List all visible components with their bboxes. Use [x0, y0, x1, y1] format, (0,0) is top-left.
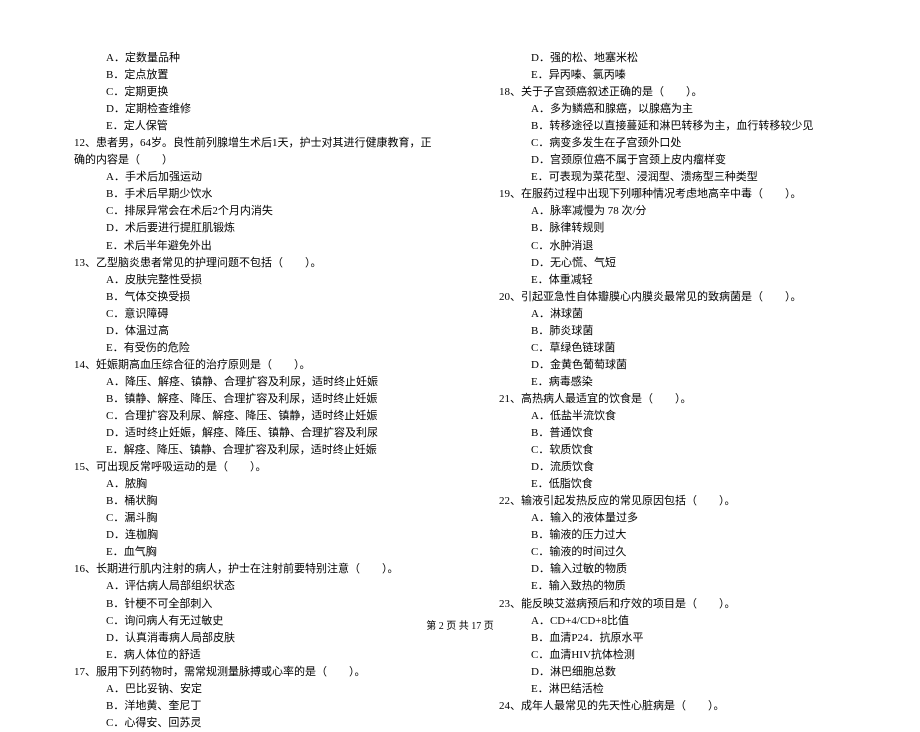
- option: A．降压、解痉、镇静、合理扩容及利尿，适时终止妊娠: [60, 374, 435, 391]
- question-23-stem: 23、能反映艾滋病预后和疗效的项目是（ ）。: [485, 596, 860, 613]
- question-17-stem: 17、服用下列药物时，需常规测量脉搏或心率的是（ ）。: [60, 664, 435, 681]
- option: E．可表现为菜花型、浸润型、溃疡型三种类型: [485, 169, 860, 186]
- option: E．体重减轻: [485, 272, 860, 289]
- option: E．异丙嗪、氯丙嗪: [485, 67, 860, 84]
- question-18-stem: 18、关于子宫颈癌叙述正确的是（ ）。: [485, 84, 860, 101]
- option: C．软质饮食: [485, 442, 860, 459]
- option: D．定期检查维修: [60, 101, 435, 118]
- option: C．合理扩容及利尿、解痉、降压、镇静，适时终止妊娠: [60, 408, 435, 425]
- option: D．金黄色葡萄球菌: [485, 357, 860, 374]
- option: C．草绿色链球菌: [485, 340, 860, 357]
- question-22-stem: 22、输液引起发热反应的常见原因包括（ ）。: [485, 493, 860, 510]
- option: D．无心慌、气短: [485, 255, 860, 272]
- option: C．输液的时间过久: [485, 544, 860, 561]
- page-footer: 第 2 页 共 17 页: [0, 617, 920, 632]
- option: E．输入致热的物质: [485, 578, 860, 595]
- option: B．转移途径以直接蔓延和淋巴转移为主，血行转移较少见: [485, 118, 860, 135]
- option: A．脉率减慢为 78 次/分: [485, 203, 860, 220]
- option: A．淋球菌: [485, 306, 860, 323]
- option: D．适时终止妊娠，解痉、降压、镇静、合理扩容及利尿: [60, 425, 435, 442]
- option: D．输入过敏的物质: [485, 561, 860, 578]
- option: D．认真消毒病人局部皮肤: [60, 630, 435, 647]
- option: D．术后要进行提肛肌锻炼: [60, 220, 435, 237]
- option: B．桶状胸: [60, 493, 435, 510]
- option: E．淋巴结活检: [485, 681, 860, 698]
- question-16-stem: 16、长期进行肌内注射的病人，护士在注射前要特别注意（ ）。: [60, 561, 435, 578]
- option: A．巴比妥钠、安定: [60, 681, 435, 698]
- option: D．淋巴细胞总数: [485, 664, 860, 681]
- option: B．定点放置: [60, 67, 435, 84]
- option: A．脓胸: [60, 476, 435, 493]
- option: E．病毒感染: [485, 374, 860, 391]
- option: B．普通饮食: [485, 425, 860, 442]
- option: A．低盐半流饮食: [485, 408, 860, 425]
- option: B．血清P24．抗原水平: [485, 630, 860, 647]
- option: D．宫颈原位癌不属于宫颈上皮内瘤样变: [485, 152, 860, 169]
- option: E．低脂饮食: [485, 476, 860, 493]
- option: C．漏斗胸: [60, 510, 435, 527]
- question-24-stem: 24、成年人最常见的先天性心脏病是（ ）。: [485, 698, 860, 715]
- option: B．镇静、解痉、降压、合理扩容及利尿，适时终止妊娠: [60, 391, 435, 408]
- option: E．解痉、降压、镇静、合理扩容及利尿，适时终止妊娠: [60, 442, 435, 459]
- option: C．血清HIV抗体检测: [485, 647, 860, 664]
- option: B．针梗不可全部刺入: [60, 596, 435, 613]
- option: C．病变多发生在子宫颈外口处: [485, 135, 860, 152]
- question-20-stem: 20、引起亚急性自体瓣膜心内膜炎最常见的致病菌是（ ）。: [485, 289, 860, 306]
- option: E．定人保管: [60, 118, 435, 135]
- option: A．输入的液体量过多: [485, 510, 860, 527]
- option: B．脉律转规则: [485, 220, 860, 237]
- question-21-stem: 21、高热病人最适宜的饮食是（ ）。: [485, 391, 860, 408]
- option: B．气体交换受损: [60, 289, 435, 306]
- option: D．体温过高: [60, 323, 435, 340]
- option: A．评估病人局部组织状态: [60, 578, 435, 595]
- option: B．肺炎球菌: [485, 323, 860, 340]
- option: C．意识障碍: [60, 306, 435, 323]
- question-15-stem: 15、可出现反常呼吸运动的是（ ）。: [60, 459, 435, 476]
- option: A．定数量品种: [60, 50, 435, 67]
- option: A．多为鳞癌和腺癌，以腺癌为主: [485, 101, 860, 118]
- option: E．病人体位的舒适: [60, 647, 435, 664]
- option: D．强的松、地塞米松: [485, 50, 860, 67]
- option: E．血气胸: [60, 544, 435, 561]
- option: B．输液的压力过大: [485, 527, 860, 544]
- question-14-stem: 14、妊娠期高血压综合征的治疗原则是（ ）。: [60, 357, 435, 374]
- option: E．有受伤的危险: [60, 340, 435, 357]
- option: D．连枷胸: [60, 527, 435, 544]
- option: B．手术后早期少饮水: [60, 186, 435, 203]
- question-12-stem: 12、患者男，64岁。良性前列腺增生术后1天，护士对其进行健康教育，正确的内容是…: [60, 135, 435, 169]
- option: C．心得安、回苏灵: [60, 715, 435, 732]
- option: A．皮肤完整性受损: [60, 272, 435, 289]
- option: A．手术后加强运动: [60, 169, 435, 186]
- option: C．定期更换: [60, 84, 435, 101]
- question-19-stem: 19、在服药过程中出现下列哪种情况考虑地高辛中毒（ ）。: [485, 186, 860, 203]
- option: B．洋地黄、奎尼丁: [60, 698, 435, 715]
- option: E．术后半年避免外出: [60, 238, 435, 255]
- option: C．排尿异常会在术后2个月内消失: [60, 203, 435, 220]
- question-13-stem: 13、乙型脑炎患者常见的护理问题不包括（ ）。: [60, 255, 435, 272]
- option: C．水肿消退: [485, 238, 860, 255]
- option: D．流质饮食: [485, 459, 860, 476]
